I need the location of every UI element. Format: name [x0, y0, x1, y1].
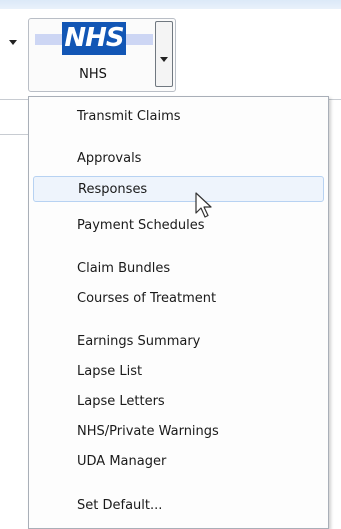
menu-item-earnings-summary[interactable]: Earnings Summary — [33, 329, 324, 355]
ribbon-divider-left — [0, 134, 28, 135]
menu-item-set-default[interactable]: Set Default... — [33, 493, 324, 519]
menu-item-payment-schedules[interactable]: Payment Schedules — [33, 213, 324, 239]
menu-item-label: Lapse List — [77, 364, 143, 379]
nhs-button-label: NHS — [79, 67, 107, 82]
menu-item-nhs-private-warnings[interactable]: NHS/Private Warnings — [33, 419, 324, 445]
menu-item-label: Courses of Treatment — [77, 291, 217, 306]
menu-item-uda-manager[interactable]: UDA Manager — [33, 449, 324, 475]
menu-item-claim-bundles[interactable]: Claim Bundles — [33, 256, 324, 282]
menu-item-label: NHS/Private Warnings — [77, 424, 219, 439]
chevron-down-icon — [160, 57, 168, 62]
nhs-dropdown-menu: Transmit Claims Approvals Responses Paym… — [28, 96, 329, 529]
menu-item-lapse-list[interactable]: Lapse List — [33, 359, 324, 385]
chevron-down-icon[interactable] — [9, 40, 17, 45]
menu-item-label: Transmit Claims — [77, 109, 181, 124]
menu-item-label: Claim Bundles — [77, 261, 171, 276]
menu-item-label: Responses — [78, 182, 148, 197]
nhs-logo-icon: NHS — [62, 22, 126, 55]
menu-item-responses[interactable]: Responses — [33, 176, 324, 202]
menu-item-label: Set Default... — [77, 498, 163, 513]
nhs-split-button[interactable]: NHS NHS — [28, 18, 176, 92]
menu-item-transmit-claims[interactable]: Transmit Claims — [33, 104, 324, 130]
nhs-dropdown-toggle[interactable] — [155, 21, 173, 87]
menu-item-label: Payment Schedules — [77, 218, 205, 233]
menu-item-approvals[interactable]: Approvals — [33, 146, 324, 172]
menu-item-lapse-letters[interactable]: Lapse Letters — [33, 389, 324, 415]
menu-item-label: Earnings Summary — [77, 334, 201, 349]
menu-item-courses-of-treatment[interactable]: Courses of Treatment — [33, 286, 324, 312]
menu-item-label: Approvals — [77, 151, 142, 166]
menu-item-label: Lapse Letters — [77, 394, 165, 409]
mouse-pointer-icon — [195, 192, 212, 218]
menu-item-label: UDA Manager — [77, 454, 167, 469]
